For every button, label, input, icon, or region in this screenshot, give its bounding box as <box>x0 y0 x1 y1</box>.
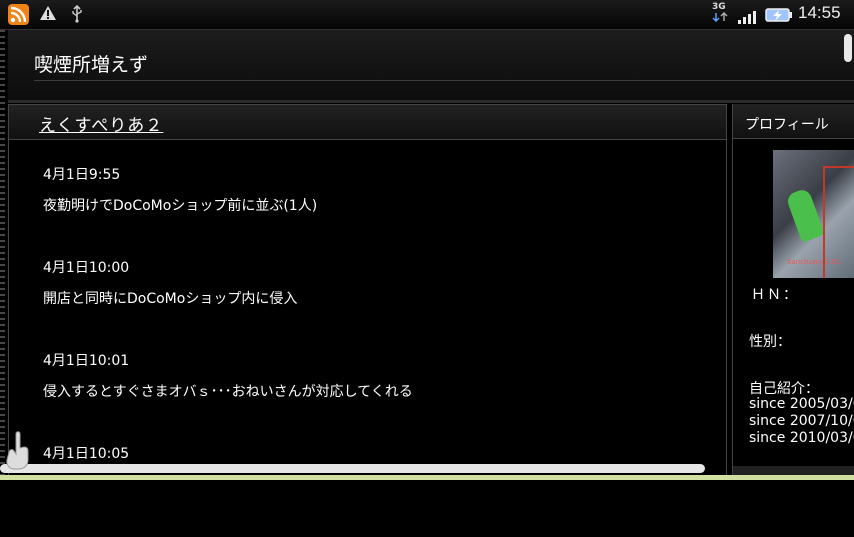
network-type-indicator: 3G <box>712 3 730 25</box>
status-clock: 14:55 <box>798 3 841 22</box>
edge-divider <box>0 30 5 480</box>
profile-hn-label: ＨＮ： <box>751 287 799 303</box>
profile-figure <box>785 187 825 243</box>
profile-image-caption: Sanctuary 3.51 <box>787 258 841 266</box>
article-entry: 4月1日10:01 侵入するとすぐさまオバｓ･･･おねいさんが対応してくれる <box>43 351 703 444</box>
article-panel: えくすぺりあ２ 4月1日9:55 夜勤明けでDoCoMoショップ前に並ぶ(1人)… <box>8 104 727 480</box>
entry-text: 開店と同時にDoCoMoショップ内に侵入 <box>43 291 298 307</box>
status-bar: 3G 14:55 <box>0 0 854 30</box>
article-entry: 4月1日10:00 開店と同時にDoCoMoショップ内に侵入 <box>43 258 703 351</box>
warning-icon[interactable] <box>39 4 57 26</box>
entry-time: 4月1日10:00 <box>43 260 130 276</box>
article-title-link[interactable]: えくすぺりあ２ <box>39 111 163 136</box>
article-body: 4月1日9:55 夜勤明けでDoCoMoショップ前に並ぶ(1人) 4月1日10:… <box>43 165 703 537</box>
blog-header: 喫煙所増えず <box>8 30 854 100</box>
profile-image[interactable]: Sanctuary 3.51 <box>773 150 854 278</box>
article-title-bar: えくすぺりあ２ <box>9 105 726 140</box>
profile-gender-label: 性別： <box>749 334 791 350</box>
profile-since-line: since 2007/10/0 <box>749 413 854 429</box>
entry-time: 4月1日9:55 <box>43 167 121 183</box>
battery-charging-icon <box>765 7 793 27</box>
signal-icon <box>738 9 756 28</box>
horizontal-scrollbar[interactable] <box>0 464 705 473</box>
profile-sidebar: プロフィール Sanctuary 3.51 ＨＮ： 性別： 自己紹介： sinc… <box>732 104 854 480</box>
sidebar-title-bar: プロフィール <box>733 104 854 139</box>
profile-intro-text: since 2005/03/0 since 2007/10/0 since 20… <box>749 396 854 447</box>
usb-icon[interactable] <box>70 4 84 27</box>
article-entry: 4月1日10:05 <box>43 444 703 537</box>
rss-icon[interactable] <box>8 4 29 25</box>
entry-text: 侵入するとすぐさまオバｓ･･･おねいさんが対応してくれる <box>43 384 413 400</box>
profile-since-line: since 2010/03/0 <box>749 430 854 446</box>
bottom-edge-strip <box>0 475 854 480</box>
sidebar-title: プロフィール <box>745 117 829 133</box>
entry-time: 4月1日10:01 <box>43 353 130 369</box>
profile-since-line: since 2005/03/0 <box>749 396 854 412</box>
article-entry: 4月1日9:55 夜勤明けでDoCoMoショップ前に並ぶ(1人) <box>43 165 703 258</box>
blog-title[interactable]: 喫煙所増えず <box>34 50 148 77</box>
entry-text: 夜勤明けでDoCoMoショップ前に並ぶ(1人) <box>43 198 318 214</box>
profile-intro-label: 自己紹介： <box>749 381 819 397</box>
header-divider <box>34 80 854 81</box>
hand-pointer-icon <box>4 430 38 474</box>
header-bottom-border <box>8 100 854 103</box>
vertical-scrollbar[interactable] <box>844 34 852 62</box>
